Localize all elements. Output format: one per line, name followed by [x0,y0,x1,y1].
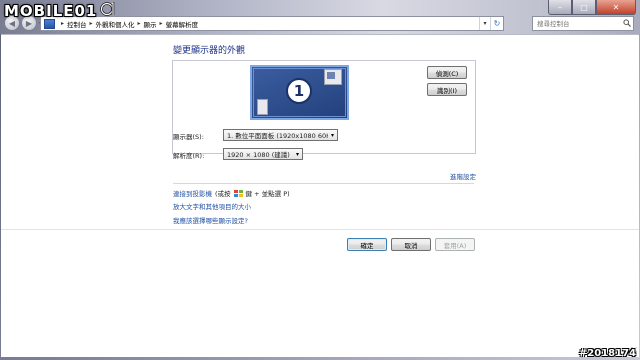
wallpaper-window-icon [324,69,342,85]
breadcrumb-screen-resolution[interactable]: 螢幕解析度 [166,19,199,29]
wallpaper-small-icon [257,99,268,115]
connect-hint-suffix: 鍵 + 並點選 P) [245,190,290,198]
refresh-icon[interactable]: ↻ [490,17,503,30]
breadcrumb-display[interactable]: 顯示 [144,19,157,29]
site-watermark: MOBILE01 [4,1,115,20]
breadcrumb-separator[interactable]: ▸ [138,20,141,27]
divider [173,183,474,184]
projector-connect-row: 連接到投影機 (或按 鍵 + 並點選 P) [173,188,290,198]
monitor-1-tile[interactable]: 1 [250,65,349,120]
chevron-down-icon: ▾ [330,131,334,139]
minimize-button[interactable]: – [548,0,572,15]
watermark-logo-icon [99,1,115,20]
connect-projector-link[interactable]: 連接到投影機 [173,188,212,198]
resolution-label: 解析度(R): [173,152,205,160]
cancel-button[interactable]: 取消 [391,238,431,251]
control-panel-icon [44,18,55,29]
content-panel: 變更顯示器的外觀 1 偵測(C) 識別(I) 顯示器(S): 1. 數位平面面板… [1,34,639,357]
detect-button[interactable]: 偵測(C) [427,66,467,79]
window-caption-buttons: – □ ✕ [548,0,636,15]
display-help-link[interactable]: 我應該選擇哪些顯示設定? [173,215,248,225]
watermark-text: MOBILE01 [4,2,98,20]
breadcrumb-control-panel[interactable]: 控制台 [67,19,87,29]
connect-hint-prefix: (或按 [215,190,231,198]
resolution-select[interactable]: 1920 × 1080 (建議) ▾ [223,148,303,160]
display-label: 顯示器(S): [173,133,204,141]
footer-divider [1,229,639,230]
display-select[interactable]: 1. 數位平面面板 (1920x1080 60Hz) ▾ [223,129,338,141]
identify-button[interactable]: 識別(I) [427,83,467,96]
breadcrumb-separator[interactable]: ▸ [90,20,93,27]
maximize-button[interactable]: □ [572,0,596,15]
search-input[interactable] [537,19,617,28]
breadcrumb-separator[interactable]: ▸ [61,20,64,27]
monitor-number-badge: 1 [286,78,312,104]
ok-button[interactable]: 確定 [347,238,387,251]
close-button[interactable]: ✕ [596,0,636,15]
address-history-dropdown[interactable]: ▾ [479,17,490,30]
address-bar-actions: ▾ ↻ [479,17,503,30]
text-size-link[interactable]: 放大文字和其他項目的大小 [173,201,251,211]
page-title: 變更顯示器的外觀 [173,46,246,56]
search-box[interactable] [532,16,634,31]
search-icon[interactable] [621,18,633,29]
display-select-value: 1. 數位平面面板 (1920x1080 60Hz) [227,132,328,140]
chevron-down-icon: ▾ [295,150,299,158]
advanced-settings-link[interactable]: 進階設定 [450,171,476,181]
image-id-stamp: #2018174 [578,348,636,359]
windows-logo-icon [233,189,243,197]
resolution-select-value: 1920 × 1080 (建議) [227,151,290,159]
breadcrumb-separator[interactable]: ▸ [160,20,163,27]
breadcrumb-appearance[interactable]: 外觀和個人化 [96,19,135,29]
apply-button[interactable]: 套用(A) [435,238,475,251]
